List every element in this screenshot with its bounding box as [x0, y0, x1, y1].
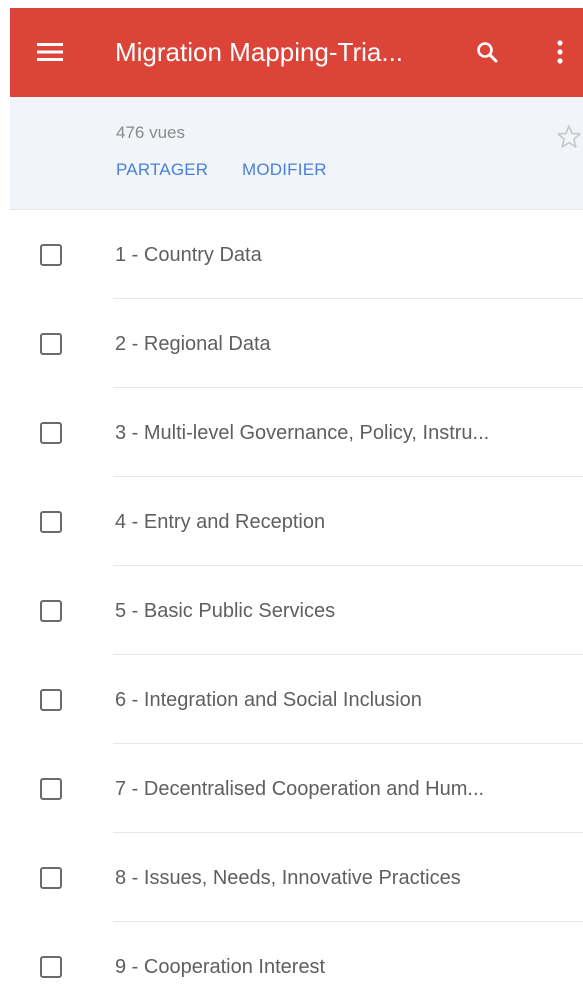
layer-label: 5 - Basic Public Services: [115, 600, 336, 622]
layer-label: 3 - Multi-level Governance, Policy, Inst…: [115, 422, 490, 444]
list-item[interactable]: 6 - Integration and Social Inclusion: [0, 655, 583, 744]
list-item[interactable]: 8 - Issues, Needs, Innovative Practices: [0, 833, 583, 922]
list-item[interactable]: 1 - Country Data: [0, 210, 583, 299]
search-icon: [477, 42, 498, 63]
layer-checkbox[interactable]: [40, 244, 62, 266]
layer-checkbox[interactable]: [40, 422, 62, 444]
star-outline-icon[interactable]: [555, 123, 583, 151]
layer-checkbox[interactable]: [40, 689, 62, 711]
views-count: 476 vues: [116, 123, 185, 142]
map-title: Migration Mapping-Tria...: [115, 37, 404, 67]
layer-checkbox[interactable]: [40, 867, 62, 889]
layer-label: 6 - Integration and Social Inclusion: [115, 689, 422, 711]
more-vert-icon: [557, 40, 563, 64]
layer-checkbox[interactable]: [40, 778, 62, 800]
page: Migration Mapping-Tria... 476 vues PARTA…: [0, 0, 583, 1006]
layer-label: 7 - Decentralised Cooperation and Hum...: [115, 778, 485, 800]
app-bar: Migration Mapping-Tria...: [10, 8, 583, 97]
list-item[interactable]: 4 - Entry and Reception: [0, 477, 583, 566]
layer-label: 2 - Regional Data: [115, 333, 271, 355]
layer-checkbox[interactable]: [40, 956, 62, 978]
list-item[interactable]: 9 - Cooperation Interest: [0, 922, 583, 1006]
list-item[interactable]: 3 - Multi-level Governance, Policy, Inst…: [0, 388, 583, 477]
layer-label: 8 - Issues, Needs, Innovative Practices: [115, 867, 461, 889]
layer-list: 1 - Country Data 2 - Regional Data 3 - M…: [0, 210, 583, 1006]
layer-label: 4 - Entry and Reception: [115, 511, 326, 533]
search-button[interactable]: [467, 32, 507, 72]
layer-checkbox[interactable]: [40, 511, 62, 533]
map-info-panel: 476 vues PARTAGER MODIFIER: [10, 97, 583, 210]
edit-button[interactable]: MODIFIER: [242, 160, 327, 180]
list-item[interactable]: 2 - Regional Data: [0, 299, 583, 388]
share-button[interactable]: PARTAGER: [116, 160, 208, 180]
list-item[interactable]: 7 - Decentralised Cooperation and Hum...: [0, 744, 583, 833]
menu-button[interactable]: [30, 32, 70, 72]
layer-label: 9 - Cooperation Interest: [115, 956, 326, 978]
more-options-button[interactable]: [540, 32, 580, 72]
hamburger-menu-icon: [37, 43, 63, 61]
list-item[interactable]: 5 - Basic Public Services: [0, 566, 583, 655]
layer-checkbox[interactable]: [40, 333, 62, 355]
layer-label: 1 - Country Data: [115, 244, 262, 266]
layer-checkbox[interactable]: [40, 600, 62, 622]
